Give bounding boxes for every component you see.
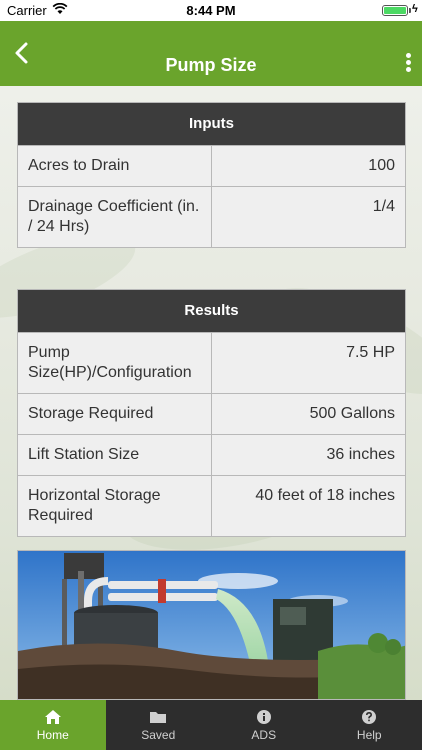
help-icon bbox=[362, 709, 377, 724]
status-time: 8:44 PM bbox=[186, 3, 236, 18]
content-area: Inputs Acres to Drain 100 Drainage Coeff… bbox=[0, 86, 422, 700]
result-label: Horizontal Storage Required bbox=[18, 476, 212, 536]
tab-home[interactable]: Home bbox=[0, 700, 106, 750]
table-row: Horizontal Storage Required 40 feet of 1… bbox=[18, 475, 405, 536]
pump-illustration bbox=[18, 551, 405, 699]
result-label: Lift Station Size bbox=[18, 435, 212, 475]
status-bar: Carrier 8:44 PM ϟ bbox=[0, 0, 422, 21]
tab-label: Help bbox=[356, 727, 382, 742]
table-row: Lift Station Size 36 inches bbox=[18, 434, 405, 475]
table-row[interactable]: Acres to Drain 100 bbox=[18, 145, 405, 186]
input-label: Acres to Drain bbox=[18, 146, 212, 186]
battery-icon: ϟ bbox=[382, 3, 418, 17]
tab-help[interactable]: Help bbox=[317, 700, 422, 750]
tab-label: Saved bbox=[141, 727, 176, 742]
result-value: 36 inches bbox=[326, 446, 396, 463]
table-row[interactable]: Drainage Coefficient (in. / 24 Hrs) 1/4 bbox=[18, 186, 405, 247]
more-options-icon[interactable] bbox=[404, 53, 412, 73]
tab-saved[interactable]: Saved bbox=[106, 700, 212, 750]
info-icon bbox=[256, 709, 271, 724]
results-panel: Results Pump Size(HP)/Configuration 7.5 … bbox=[17, 289, 406, 537]
inputs-header: Inputs bbox=[18, 103, 405, 145]
result-value: 7.5 HP bbox=[346, 344, 395, 361]
input-value[interactable]: 100 bbox=[212, 146, 405, 186]
result-label: Pump Size(HP)/Configuration bbox=[18, 333, 212, 393]
folder-icon bbox=[150, 711, 167, 723]
tab-ads[interactable]: ADS bbox=[211, 700, 317, 750]
input-label: Drainage Coefficient (in. / 24 Hrs) bbox=[18, 187, 212, 247]
table-row: Pump Size(HP)/Configuration 7.5 HP bbox=[18, 332, 405, 393]
tab-label: Home bbox=[36, 727, 69, 742]
pump-photo bbox=[17, 550, 406, 700]
result-value: 500 Gallons bbox=[309, 405, 395, 422]
tab-bar: Home Saved ADS Help bbox=[0, 700, 422, 750]
result-value: 40 feet of 18 inches bbox=[255, 487, 395, 504]
results-header: Results bbox=[18, 290, 405, 332]
page-title: Pump Size bbox=[165, 55, 257, 75]
navigation-bar: Pump Size bbox=[0, 21, 422, 86]
home-icon bbox=[44, 709, 61, 724]
table-row: Storage Required 500 Gallons bbox=[18, 393, 405, 434]
inputs-panel: Inputs Acres to Drain 100 Drainage Coeff… bbox=[17, 102, 406, 248]
input-value[interactable]: 1/4 bbox=[212, 187, 405, 247]
result-label: Storage Required bbox=[18, 394, 212, 434]
tab-label: ADS bbox=[251, 727, 277, 742]
